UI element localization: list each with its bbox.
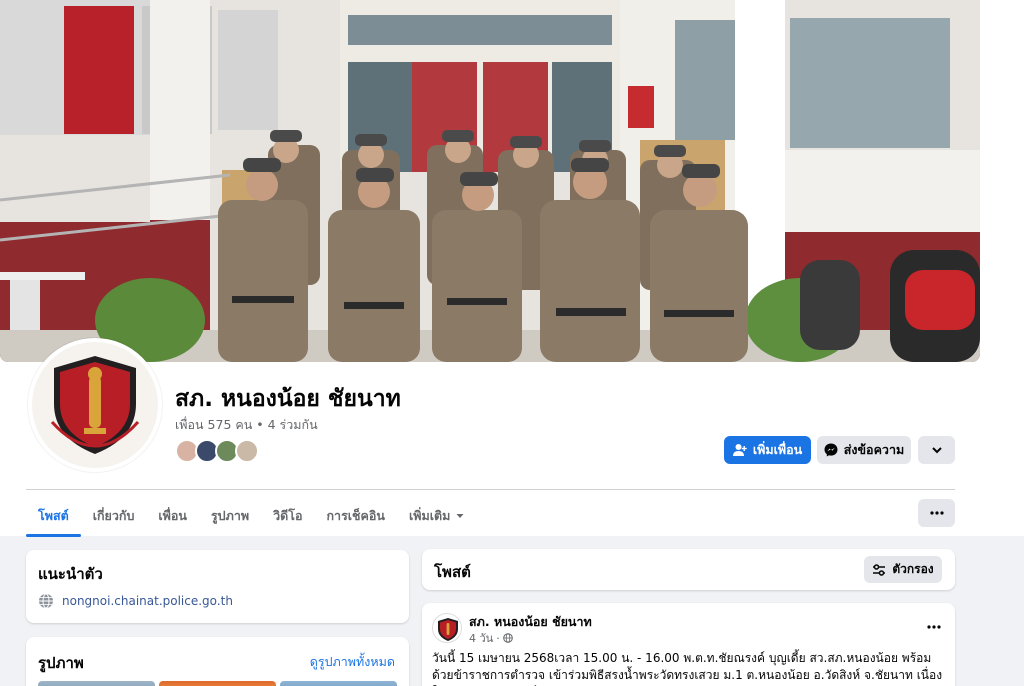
website-url[interactable]: nongnoi.chainat.police.go.th xyxy=(62,594,233,608)
posts-header-card: โพสต์ ตัวกรอง xyxy=(422,549,955,590)
tab-photos[interactable]: รูปภาพ xyxy=(199,496,261,536)
globe-icon xyxy=(39,593,53,609)
more-dots-icon xyxy=(929,511,944,515)
see-all-photos-link[interactable]: ดูรูปภาพทั้งหมด xyxy=(310,652,395,672)
post-text: วันนี้ 15 เมษายน 2568เวลา 15.00 น. - 16.… xyxy=(432,651,943,686)
intro-card: แนะนำตัว nongnoi.chainat.police.go.th xyxy=(26,550,409,623)
tab-more[interactable]: เพิ่มเติม xyxy=(397,496,477,536)
add-user-icon xyxy=(732,444,747,456)
tab-videos[interactable]: วิดีโอ xyxy=(261,496,314,536)
cover-photo[interactable] xyxy=(0,0,980,362)
tab-posts[interactable]: โพสต์ xyxy=(26,496,81,537)
filter-sliders-icon xyxy=(873,563,886,576)
post-author-avatar[interactable] xyxy=(432,613,462,643)
tabs-overflow-button[interactable] xyxy=(918,499,955,527)
add-friend-button[interactable]: เพิ่มเพื่อน xyxy=(724,436,811,464)
photos-card: รูปภาพ ดูรูปภาพทั้งหมด xyxy=(26,637,409,686)
tab-friends[interactable]: เพื่อน xyxy=(146,496,199,536)
messenger-icon xyxy=(824,443,838,457)
intro-title: แนะนำตัว xyxy=(38,565,103,583)
friends-count[interactable]: เพื่อน 575 คน • 4 ร่วมกัน xyxy=(175,415,318,435)
mutual-friends-avatars[interactable] xyxy=(175,439,259,463)
globe-icon xyxy=(502,633,513,643)
more-dots-icon xyxy=(927,625,941,629)
profile-avatar[interactable] xyxy=(28,338,162,472)
profile-options-button[interactable] xyxy=(918,436,955,464)
divider xyxy=(26,489,955,490)
message-label: ส่งข้อความ xyxy=(843,442,905,457)
avatar[interactable] xyxy=(235,439,259,463)
photos-title: รูปภาพ xyxy=(38,654,84,672)
photo-thumbnail[interactable] xyxy=(38,681,155,686)
photo-thumbnail[interactable] xyxy=(280,681,397,686)
add-friend-label: เพิ่มเพื่อน xyxy=(752,442,803,457)
post-meta: 4 วัน · xyxy=(469,629,513,647)
filter-label: ตัวกรอง xyxy=(892,562,934,576)
tab-about[interactable]: เกี่ยวกับ xyxy=(81,496,147,536)
post-card: สภ. หนองน้อย ชัยนาท 4 วัน · วันนี้ 15 เม… xyxy=(422,603,955,686)
website-link[interactable]: nongnoi.chainat.police.go.th xyxy=(38,593,233,609)
caret-down-icon xyxy=(456,514,464,518)
police-emblem-logo xyxy=(32,342,158,468)
tab-checkins[interactable]: การเช็คอิน xyxy=(314,496,396,536)
message-button[interactable]: ส่งข้อความ xyxy=(817,436,911,464)
profile-tabs: โพสต์ เกี่ยวกับ เพื่อน รูปภาพ วิดีโอ การ… xyxy=(26,496,477,537)
page-title: สภ. หนองน้อย ชัยนาท xyxy=(175,386,401,412)
filter-button[interactable]: ตัวกรอง xyxy=(864,556,942,583)
police-emblem-logo xyxy=(438,618,458,641)
photo-thumbnail[interactable] xyxy=(159,681,276,686)
post-timestamp[interactable]: 4 วัน xyxy=(469,629,493,647)
posts-title: โพสต์ xyxy=(434,563,471,581)
post-options-button[interactable] xyxy=(927,617,941,633)
photo-thumbnails xyxy=(38,681,397,686)
profile-header-section: สภ. หนองน้อย ชัยนาท เพื่อน 575 คน • 4 ร่… xyxy=(0,0,1024,537)
chevron-down-icon xyxy=(931,447,942,454)
